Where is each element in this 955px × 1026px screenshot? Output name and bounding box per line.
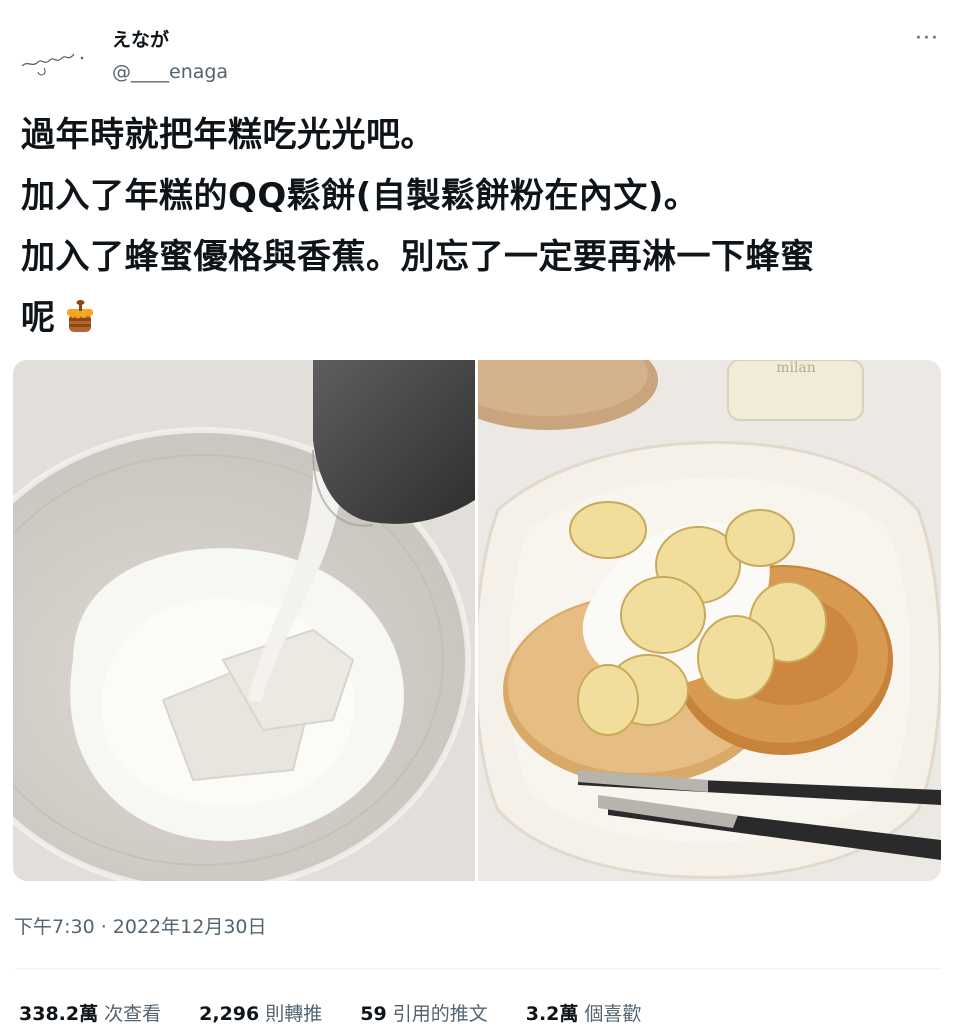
tweet-line-1: 過年時就把年糕吃光光吧。 xyxy=(21,115,435,155)
tweet-text: 過年時就把年糕吃光光吧。 加入了年糕的QQ鬆餅(自製鬆餅粉在內文)。 加入了蜂蜜… xyxy=(21,105,941,355)
likes-stat[interactable]: 3.2萬 個喜歡 xyxy=(526,999,642,1026)
tweet-line-3: 加入了蜂蜜優格與香蕉。別忘了一定要再淋一下蜂蜜 xyxy=(21,237,815,277)
engagement-stats: 338.2萬 次查看 2,296 則轉推 59 引用的推文 3.2萬 個喜歡 xyxy=(19,999,641,1026)
media-gallery: milan xyxy=(13,360,941,881)
tweet-line-4-text: 呢 xyxy=(21,298,56,338)
pancake-photo[interactable]: milan xyxy=(478,360,941,881)
tweet-line-4: 呢 xyxy=(21,288,941,355)
display-name[interactable]: えなが xyxy=(112,25,169,52)
retweets-label: 則轉推 xyxy=(265,1003,323,1025)
likes-count: 3.2萬 xyxy=(525,1003,579,1025)
divider xyxy=(14,968,941,969)
retweets-count: 2,296 xyxy=(199,1003,260,1025)
views-label: 次查看 xyxy=(104,1003,162,1025)
yogurt-bowl-photo[interactable] xyxy=(13,360,475,881)
quotes-label: 引用的推文 xyxy=(392,1003,488,1025)
quotes-count: 59 xyxy=(360,1003,387,1025)
signature-logo xyxy=(21,53,84,76)
tweet-timestamp[interactable]: 下午7:30 · 2022年12月30日 xyxy=(14,912,267,939)
jar-label: milan xyxy=(776,360,816,376)
avatar[interactable] xyxy=(14,20,94,90)
user-handle[interactable]: @____enaga xyxy=(112,61,228,83)
retweets-stat[interactable]: 2,296 則轉推 xyxy=(199,999,322,1026)
more-options-icon[interactable]: ··· xyxy=(915,26,939,51)
views-count: 338.2萬 xyxy=(19,1003,99,1025)
likes-label: 個喜歡 xyxy=(584,1003,642,1025)
views-stat[interactable]: 338.2萬 次查看 xyxy=(19,999,161,1026)
tweet-line-2: 加入了年糕的QQ鬆餅(自製鬆餅粉在內文)。 xyxy=(21,176,699,216)
quotes-stat[interactable]: 59 引用的推文 xyxy=(360,999,487,1026)
honey-pot-icon xyxy=(62,294,98,355)
